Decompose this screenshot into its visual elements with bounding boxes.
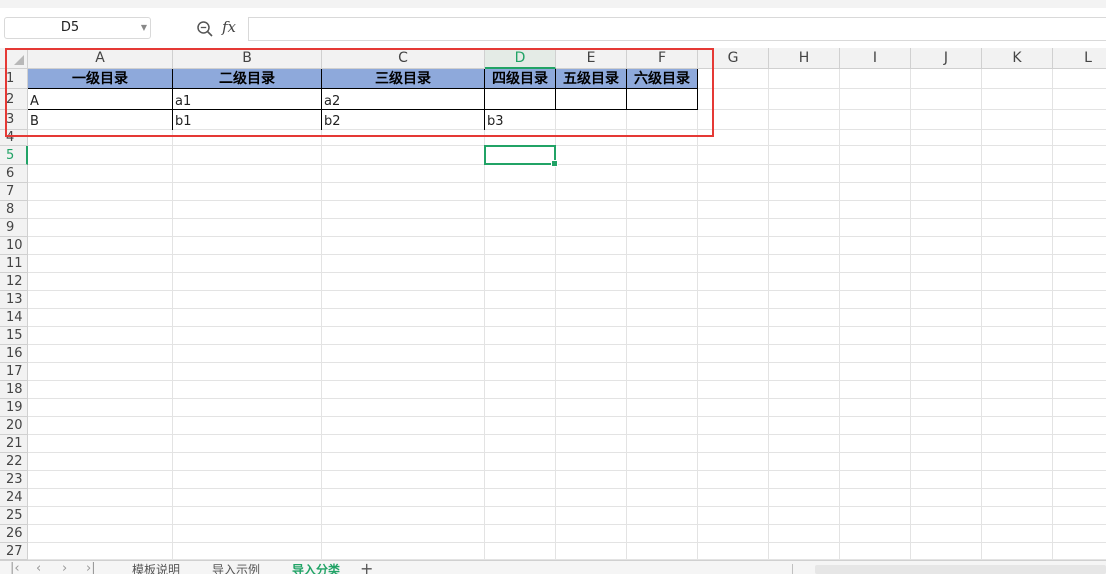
row-header-9[interactable]: 9 (0, 219, 28, 237)
column-header-h[interactable]: H (769, 48, 840, 69)
fill-handle[interactable] (551, 160, 558, 167)
row-header-19[interactable]: 19 (0, 399, 28, 417)
gridline-h (28, 416, 1106, 417)
row-header-17[interactable]: 17 (0, 363, 28, 381)
gridline-h (28, 470, 1106, 471)
row-header-22[interactable]: 22 (0, 453, 28, 471)
gridline-h (28, 344, 1106, 345)
add-sheet-icon[interactable]: + (360, 561, 373, 574)
row-header-13[interactable]: 13 (0, 291, 28, 309)
fx-icon[interactable]: fx (222, 18, 236, 36)
row-header-18[interactable]: 18 (0, 381, 28, 399)
gridline-h (28, 272, 1106, 273)
row-header-11[interactable]: 11 (0, 255, 28, 273)
gridline-h (28, 542, 1106, 543)
row-header-26[interactable]: 26 (0, 525, 28, 543)
row-header-23[interactable]: 23 (0, 471, 28, 489)
gridline-v (172, 69, 173, 560)
gridline-v (981, 69, 982, 560)
gridline-h (28, 434, 1106, 435)
gridline-v (839, 69, 840, 560)
row-header-10[interactable]: 10 (0, 237, 28, 255)
gridline-h (28, 362, 1106, 363)
gridline-h (28, 452, 1106, 453)
top-strip (0, 0, 1106, 8)
gridline-h (28, 182, 1106, 183)
row-header-24[interactable]: 24 (0, 489, 28, 507)
gridline-h (28, 236, 1106, 237)
prev-sheet-icon[interactable]: ‹ (36, 561, 41, 574)
next-sheet-icon[interactable]: › (62, 561, 67, 574)
gridline-h (28, 308, 1106, 309)
gridline-h (28, 326, 1106, 327)
gridline-v (626, 69, 627, 560)
row-header-5[interactable]: 5 (0, 146, 28, 165)
gridline-v (321, 69, 322, 560)
gridline-h (28, 524, 1106, 525)
gridline-h (28, 380, 1106, 381)
formula-bar: D5 ▼ fx (0, 8, 1106, 48)
sheet-tab-bar: |‹ ‹ › ›| + 模板说明 导入示例 导入分类 (0, 560, 1106, 574)
name-box-value: D5 (60, 20, 80, 35)
chevron-down-icon[interactable]: ▼ (141, 18, 147, 38)
row-header-7[interactable]: 7 (0, 183, 28, 201)
zoom-icon[interactable] (196, 20, 214, 38)
column-header-l[interactable]: L (1053, 48, 1106, 69)
first-sheet-icon[interactable]: |‹ (10, 561, 20, 574)
row-header-15[interactable]: 15 (0, 327, 28, 345)
column-header-j[interactable]: J (911, 48, 982, 69)
gridline-h (28, 254, 1106, 255)
gridline-h (28, 145, 1106, 146)
gridline-v (555, 69, 556, 560)
spreadsheet-grid[interactable]: A B C D E F G H I J K L 1 2 3 4 5 6 7 8 9 10 11 12 13 14 15 16 17 18 1… (0, 48, 1106, 560)
row-header-27[interactable]: 27 (0, 543, 28, 560)
row-header-8[interactable]: 8 (0, 201, 28, 219)
gridline-h (28, 164, 1106, 165)
sheet-tab[interactable]: 导入示例 (212, 561, 260, 574)
row-header-20[interactable]: 20 (0, 417, 28, 435)
gridline-v (697, 69, 698, 560)
gridline-h (28, 398, 1106, 399)
gridline-h (28, 506, 1106, 507)
column-header-k[interactable]: K (982, 48, 1053, 69)
row-header-14[interactable]: 14 (0, 309, 28, 327)
formula-input[interactable] (248, 17, 1106, 41)
gridline-h (28, 218, 1106, 219)
gridline-v (1052, 69, 1053, 560)
selected-cell[interactable] (484, 145, 558, 167)
highlight-box (5, 48, 714, 137)
gridline-v (910, 69, 911, 560)
gridline-h (28, 290, 1106, 291)
row-header-25[interactable]: 25 (0, 507, 28, 525)
gridline-h (28, 488, 1106, 489)
row-header-12[interactable]: 12 (0, 273, 28, 291)
column-header-i[interactable]: I (840, 48, 911, 69)
gridline-h (28, 200, 1106, 201)
gridline-v (484, 69, 485, 560)
row-header-21[interactable]: 21 (0, 435, 28, 453)
sheet-tab[interactable]: 导入分类 (292, 561, 340, 574)
row-header-16[interactable]: 16 (0, 345, 28, 363)
row-header-6[interactable]: 6 (0, 165, 28, 183)
name-box[interactable]: D5 ▼ (4, 17, 151, 39)
sheet-tab[interactable]: 模板说明 (132, 561, 180, 574)
gridline-v (768, 69, 769, 560)
last-sheet-icon[interactable]: ›| (86, 561, 96, 574)
